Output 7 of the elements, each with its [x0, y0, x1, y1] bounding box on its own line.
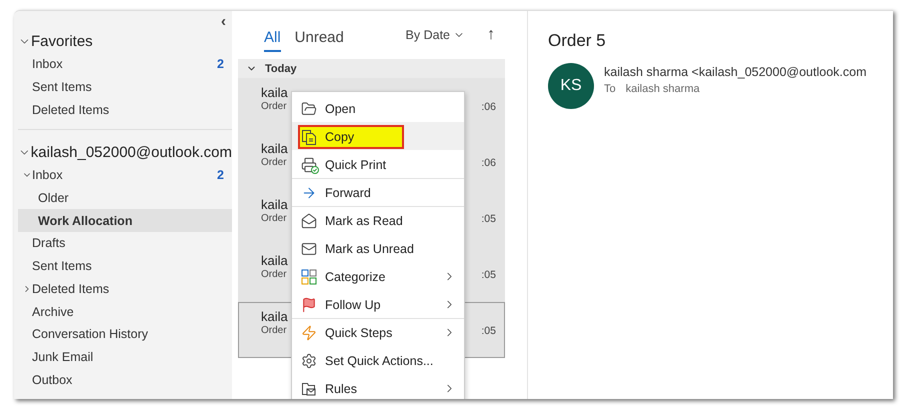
sender-name: kailash sharma <kailash_052000@outlook.com [604, 65, 866, 79]
to-label: To [604, 83, 616, 95]
recipient-name: kailash sharma [626, 83, 700, 95]
unread-count: 2 [217, 57, 224, 72]
unread-count: 2 [217, 168, 224, 182]
avatar: KS [548, 63, 594, 109]
message-subject: Order 5 [548, 31, 607, 51]
